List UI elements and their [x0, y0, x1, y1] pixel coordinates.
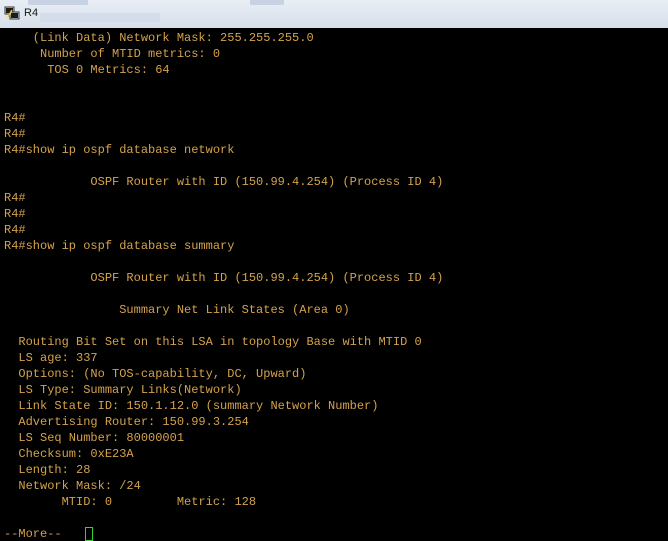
terminal-line: LS Type: Summary Links(Network) — [4, 383, 242, 397]
window-title: R4 — [24, 7, 39, 19]
background-window-sliver — [0, 0, 300, 28]
terminal-line: Link State ID: 150.1.12.0 (summary Netwo… — [4, 399, 379, 413]
terminal-line: (Link Data) Network Mask: 255.255.255.0 — [4, 31, 314, 45]
window-titlebar[interactable]: R4 — [0, 0, 668, 28]
terminal-line: R4# — [4, 127, 26, 141]
terminal-line: R4# — [4, 207, 26, 221]
terminal-line: Summary Net Link States (Area 0) — [4, 303, 350, 317]
more-prompt: --More-- — [4, 527, 69, 541]
terminal-line: R4#show ip ospf database summary — [4, 239, 235, 253]
terminal-line: Advertising Router: 150.99.3.254 — [4, 415, 249, 429]
terminal-line: Checksum: 0xE23A — [4, 447, 134, 461]
terminal-line: OSPF Router with ID (150.99.4.254) (Proc… — [4, 175, 444, 189]
terminal-line: Network Mask: /24 — [4, 479, 141, 493]
terminal-line: R4# — [4, 191, 26, 205]
terminal-line: R4#show ip ospf database network — [4, 143, 235, 157]
terminal-line: TOS 0 Metrics: 64 — [4, 63, 170, 77]
terminal-line: OSPF Router with ID (150.99.4.254) (Proc… — [4, 271, 444, 285]
terminal-line: MTID: 0 Metric: 128 — [4, 495, 257, 509]
putty-terminal-icon — [4, 5, 20, 21]
terminal-line: Length: 28 — [4, 463, 91, 477]
terminal-line: LS age: 337 — [4, 351, 98, 365]
terminal-line: Routing Bit Set on this LSA in topology … — [4, 335, 422, 349]
terminal-line: R4# — [4, 223, 26, 237]
terminal-output[interactable]: (Link Data) Network Mask: 255.255.255.0 … — [0, 28, 668, 541]
terminal-cursor[interactable] — [85, 527, 93, 541]
terminal-line: R4# — [4, 111, 26, 125]
terminal-line: Options: (No TOS-capability, DC, Upward) — [4, 367, 307, 381]
terminal-line: LS Seq Number: 80000001 — [4, 431, 185, 445]
terminal-line: Number of MTID metrics: 0 — [4, 47, 221, 61]
